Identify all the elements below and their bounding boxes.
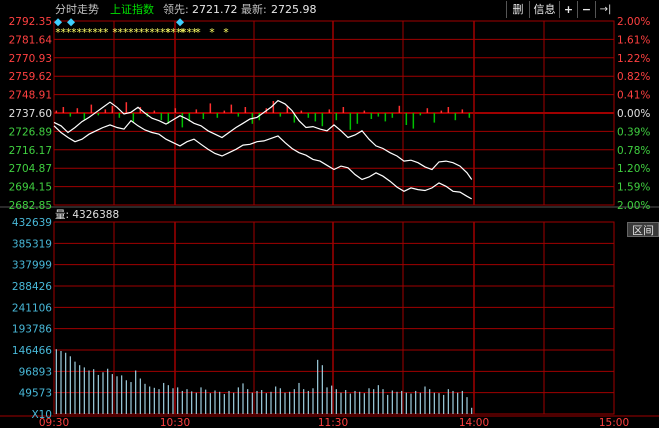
- volume-tick-label: 385319: [12, 238, 52, 250]
- percent-tick-label: 1.59%: [617, 182, 650, 194]
- volume-tick-label: 337999: [12, 260, 52, 272]
- volume-tick-label: 96893: [19, 366, 52, 378]
- volume-tick-label: 432639: [12, 217, 52, 229]
- price-line: [53, 119, 472, 200]
- signal-star-icon: *: [165, 27, 170, 39]
- price-tick-label: 2682.85: [9, 200, 52, 212]
- index-name[interactable]: 上证指数: [110, 1, 154, 18]
- price-tick-label: 2737.60: [9, 108, 52, 120]
- info-button[interactable]: 信息: [529, 1, 559, 18]
- view-title: 分时走势: [55, 3, 99, 16]
- time-tick-label: 11:30: [318, 417, 348, 428]
- percent-tick-label: 0.39%: [617, 126, 650, 138]
- percent-tick-label: 0.00%: [617, 108, 650, 120]
- price-tick-label: 2726.89: [9, 126, 52, 138]
- interval-button[interactable]: 区间: [627, 222, 659, 237]
- volume-tick-label: 49573: [19, 388, 52, 400]
- time-tick-label: 09:30: [39, 417, 69, 428]
- percent-tick-label: 0.78%: [617, 145, 650, 157]
- volume-tick-label: 146466: [12, 345, 52, 357]
- volume-title: 量: 4326388: [55, 209, 119, 221]
- price-tick-label: 2792.35: [9, 16, 52, 28]
- price-tick-label: 2748.91: [9, 90, 52, 102]
- percent-tick-label: 0.82%: [617, 71, 650, 83]
- intraday-chart[interactable]: 2792.35 2.00% 2781.64 1.61% 2770.93 1.22% 2759…: [0, 0, 659, 428]
- signal-star-icon: *: [179, 27, 184, 39]
- time-tick-label: 15:00: [599, 417, 629, 428]
- signal-star-icon: *: [223, 27, 228, 39]
- signal-star-icon: *: [209, 27, 214, 39]
- zoom-out-icon[interactable]: −: [577, 1, 595, 18]
- latest-value: 2725.98: [271, 3, 317, 16]
- time-tick-label: 14:00: [459, 417, 489, 428]
- volume-tick-label: 193786: [12, 324, 52, 336]
- jump-end-icon[interactable]: →|: [595, 1, 615, 18]
- price-tick-label: 2716.17: [9, 145, 52, 157]
- volume-tick-label: 241106: [12, 302, 52, 314]
- percent-tick-label: 0.41%: [617, 90, 650, 102]
- percent-tick-label: 1.22%: [617, 53, 650, 65]
- signal-star-icon: *: [103, 27, 108, 39]
- price-tick-label: 2694.15: [9, 182, 52, 194]
- price-tick-label: 2770.93: [9, 53, 52, 65]
- delete-button[interactable]: 删: [506, 1, 529, 18]
- zoom-in-icon[interactable]: +: [559, 1, 577, 18]
- price-tick-label: 2781.64: [9, 34, 53, 46]
- volume-tick-label: 288426: [12, 281, 52, 293]
- latest-label: 最新:: [241, 3, 267, 16]
- leader-label: 领先:: [163, 3, 189, 16]
- price-tick-label: 2704.87: [9, 163, 52, 175]
- percent-tick-label: 1.61%: [617, 34, 650, 46]
- price-tick-label: 2759.62: [9, 71, 52, 83]
- percent-tick-label: 2.00%: [617, 16, 650, 28]
- time-tick-label: 10:30: [160, 417, 190, 428]
- leader-value: 2721.72: [192, 3, 238, 16]
- percent-tick-label: 1.20%: [617, 163, 650, 175]
- volume-panel: [53, 221, 615, 415]
- signal-star-icon: *: [195, 27, 200, 39]
- percent-tick-label: 2.00%: [617, 200, 650, 212]
